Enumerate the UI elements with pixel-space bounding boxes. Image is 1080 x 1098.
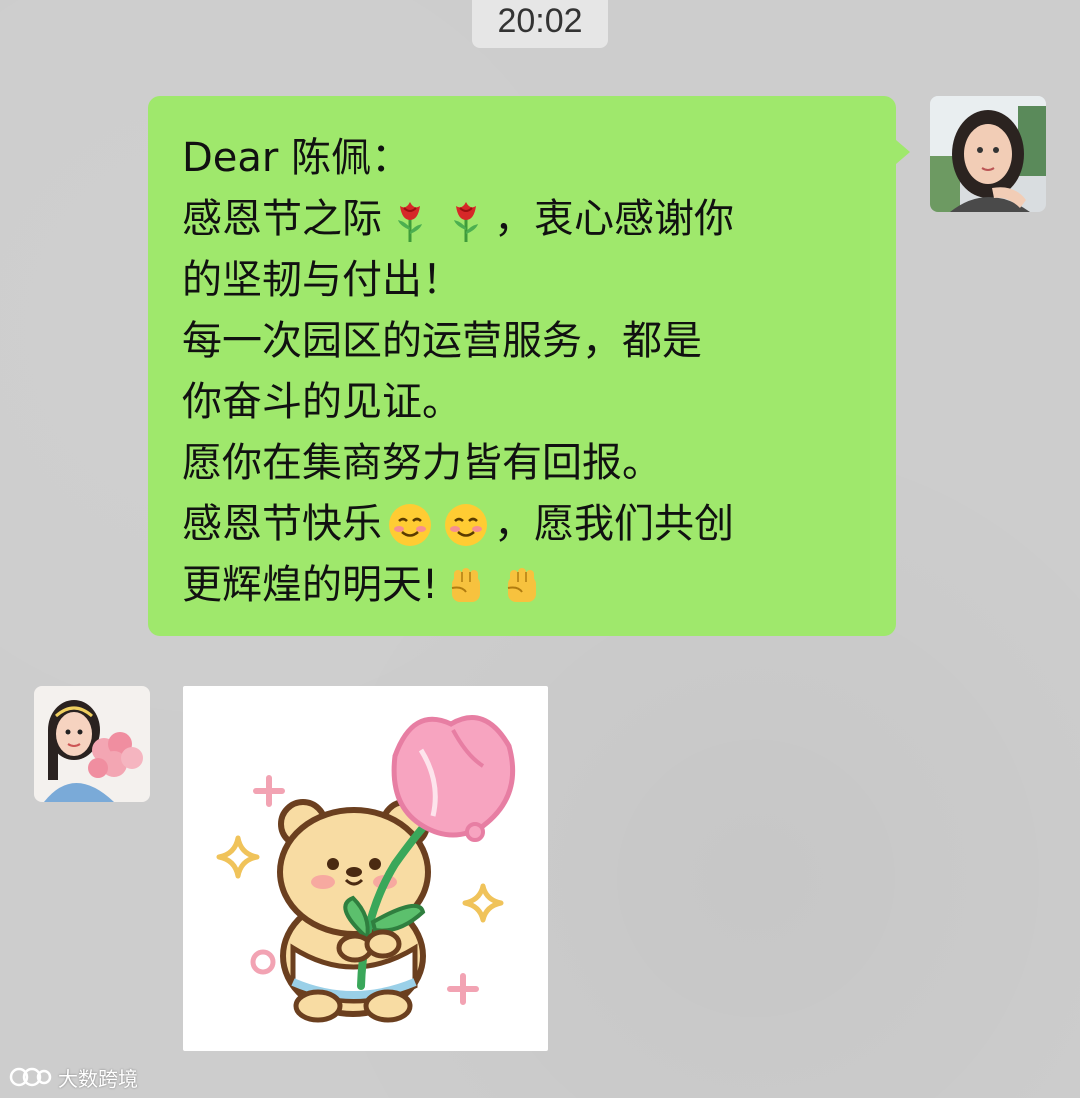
contact-avatar[interactable] [34, 686, 150, 802]
sender-avatar[interactable] [930, 96, 1046, 212]
message-text: ，愿我们共创 [494, 501, 734, 547]
message-line: 愿你在集商努力皆有回报。 [182, 440, 662, 486]
watermark: 大数跨境 [8, 1062, 138, 1092]
bear-tulip-sticker[interactable] [183, 686, 548, 1051]
message-text: 更辉煌的明天! [182, 562, 439, 608]
smiling-face-emoji-icon [442, 501, 490, 549]
message-text: 感恩节之际 [182, 196, 382, 242]
message-line: Dear 陈佩： [182, 135, 412, 181]
message-line: 每一次园区的运营服务，都是 [182, 318, 702, 364]
message-line: 感恩节之际 ，衷心感谢你 [182, 189, 862, 250]
message-bubble[interactable]: Dear 陈佩： 感恩节之际 ，衷心感谢你 的坚韧与付出！ 每一次园区的运营服务… [148, 96, 910, 636]
message-line: 你奋斗的见证。 [182, 379, 462, 425]
watermark-logo-icon [9, 1067, 52, 1087]
message-line: 的坚韧与付出！ [182, 257, 462, 303]
rose-emoji-icon [442, 196, 490, 244]
message-timestamp: 20:02 [472, 0, 608, 48]
watermark-text: 大数跨境 [58, 1066, 138, 1091]
smiling-face-emoji-icon [386, 501, 434, 549]
raised-fist-emoji-icon [442, 562, 490, 610]
raised-fist-emoji-icon [498, 562, 546, 610]
message-text: ，衷心感谢你 [494, 196, 734, 242]
message-line: 更辉煌的明天! [182, 555, 862, 616]
rose-emoji-icon [386, 196, 434, 244]
message-text: 感恩节快乐 [182, 501, 382, 547]
message-line: 感恩节快乐 ，愿我们共创 [182, 494, 862, 555]
